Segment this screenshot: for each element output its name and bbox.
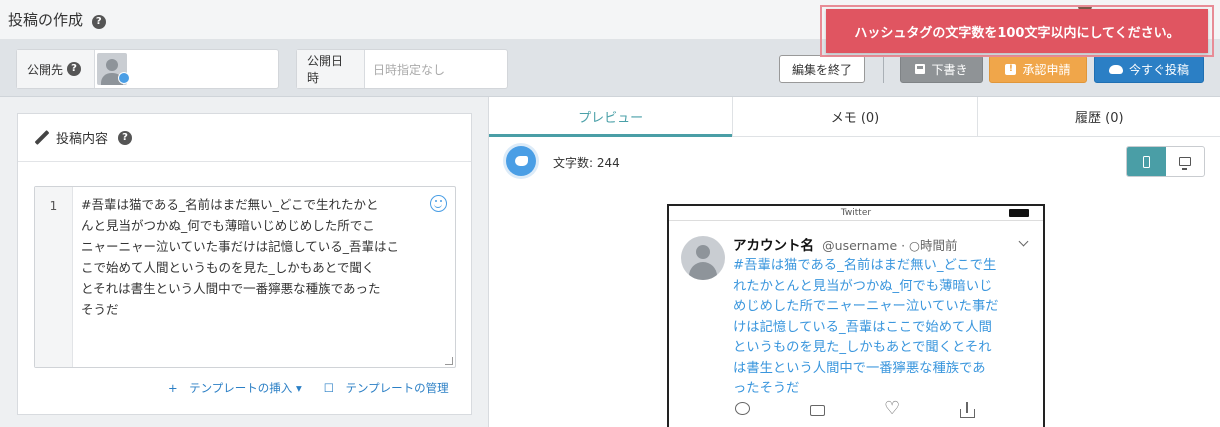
datetime-input[interactable]: 日時指定なし — [373, 61, 445, 78]
destination-field[interactable]: 公開先 ? — [16, 49, 279, 89]
resize-handle-icon[interactable] — [445, 357, 453, 365]
preview-panel: プレビュー メモ (0) 履歴 (0) 文字数: 244 Twitter アカウ… — [488, 97, 1220, 427]
post-textarea[interactable]: #吾輩は猫である_名前はまだ無い_どこで生れたかと んと見当がつかぬ_何でも薄暗… — [81, 194, 421, 320]
tab-preview[interactable]: プレビュー — [489, 97, 734, 137]
tab-label: メモ (0) — [830, 111, 880, 126]
device-toggle — [1126, 146, 1205, 177]
toolbar-divider — [883, 55, 884, 83]
chevron-down-icon[interactable] — [1018, 236, 1029, 247]
line-number: 1 — [49, 199, 58, 213]
destination-label-text: 公開先 — [27, 62, 64, 77]
desktop-icon — [1178, 157, 1191, 170]
end-edit-button[interactable]: 編集を終了 — [779, 55, 865, 83]
template-links: + テンプレートの挿入 ▾ ☐ テンプレートの管理 — [168, 380, 449, 396]
save-icon — [915, 64, 926, 74]
line-number-gutter: 1 — [35, 187, 73, 367]
phone-title: Twitter — [840, 208, 872, 218]
like-icon — [884, 398, 900, 419]
help-icon[interactable]: ? — [118, 130, 133, 145]
datetime-label: 公開日時 — [297, 50, 365, 88]
phone-preview: Twitter アカウント名 @username · ○時間前 #吾輩は猫である… — [667, 204, 1045, 427]
help-icon[interactable]: ? — [91, 15, 106, 29]
page-title: 投稿の作成 ? — [8, 9, 106, 30]
mobile-view-button[interactable] — [1127, 147, 1166, 176]
pencil-icon — [34, 130, 50, 146]
end-edit-label: 編集を終了 — [791, 62, 852, 77]
draft-button[interactable]: 下書き — [900, 55, 983, 83]
toast-message: ハッシュタグの文字数を100文字以内にしてください。 — [854, 25, 1180, 41]
account-meta: @username · ○時間前 — [822, 238, 958, 253]
exclamation-icon: ! — [1005, 63, 1017, 75]
tab-history[interactable]: 履歴 (0) — [978, 97, 1220, 136]
tweet-avatar — [681, 236, 725, 280]
tweet-text: #吾輩は猫である_名前はまだ無い_どこで生 れたかとんと見当がつかぬ_何でも薄暗… — [733, 258, 999, 396]
phone-icon — [1142, 155, 1150, 168]
insert-template-link[interactable]: + テンプレートの挿入 ▾ — [168, 380, 302, 396]
account-name: アカウント名 — [733, 238, 814, 254]
post-now-button[interactable]: 今すぐ投稿 — [1094, 55, 1204, 83]
twitter-badge-icon — [118, 72, 130, 84]
retweet-icon — [809, 402, 825, 418]
post-now-label: 今すぐ投稿 — [1128, 62, 1189, 77]
draft-label: 下書き — [931, 62, 968, 77]
share-icon — [959, 402, 975, 418]
tab-label: プレビュー — [578, 111, 644, 126]
tweet-header: アカウント名 @username · ○時間前 — [733, 234, 957, 254]
help-icon[interactable]: ? — [67, 62, 82, 76]
destination-label: 公開先 ? — [17, 50, 95, 88]
panel-title: 投稿内容 — [56, 132, 109, 147]
error-toast: ハッシュタグの文字数を100文字以内にしてください。 — [826, 9, 1208, 53]
page-title-text: 投稿の作成 — [8, 11, 84, 29]
manage-template-link[interactable]: ☐ テンプレートの管理 — [324, 380, 449, 396]
emoji-icon[interactable] — [430, 195, 447, 212]
cloud-upload-icon — [1108, 64, 1123, 74]
twitter-bird-icon — [514, 156, 528, 166]
datetime-field[interactable]: 公開日時 日時指定なし — [296, 49, 508, 89]
twitter-icon — [506, 146, 536, 176]
post-text-editor[interactable]: 1 #吾輩は猫である_名前はまだ無い_どこで生れたかと んと見当がつかぬ_何でも… — [34, 186, 456, 368]
approve-request-button[interactable]: ! 承認申請 — [989, 55, 1087, 83]
reply-icon — [735, 402, 750, 415]
phone-status-bar: Twitter — [669, 206, 1043, 221]
tab-label: 履歴 (0) — [1075, 111, 1124, 126]
panel-header: 投稿内容 ? — [18, 114, 471, 162]
preview-tabs: プレビュー メモ (0) 履歴 (0) — [489, 97, 1220, 137]
tab-memo[interactable]: メモ (0) — [733, 97, 978, 136]
desktop-view-button[interactable] — [1166, 147, 1205, 176]
approve-label: 承認申請 — [1022, 62, 1071, 77]
battery-icon — [1009, 209, 1029, 217]
tweet-actions — [735, 398, 975, 419]
post-content-panel: 投稿内容 ? 1 #吾輩は猫である_名前はまだ無い_どこで生れたかと んと見当が… — [17, 113, 472, 415]
char-count: 文字数: 244 — [553, 156, 620, 170]
